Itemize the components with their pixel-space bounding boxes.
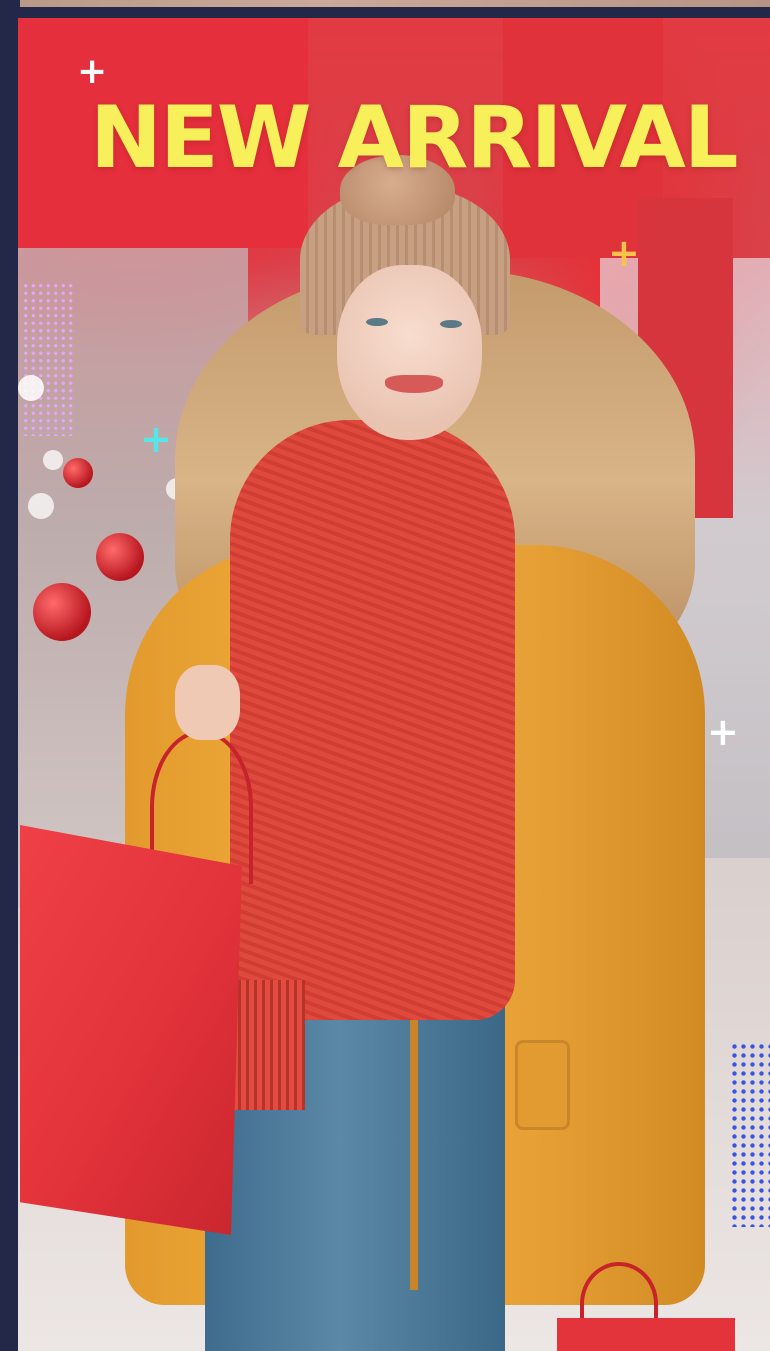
red-ornament [96,533,144,581]
red-shopping-bag [557,1318,735,1351]
woman-eye [366,318,388,326]
red-ornament [33,583,91,641]
woman-eye [440,320,462,328]
top-wood-strip [20,0,770,7]
woman-face [337,265,482,440]
coat-pocket [515,1040,570,1130]
blue-dot-grid [730,1042,770,1227]
red-ornament [63,458,93,488]
headline-new-arrival: NEW ARRIVAL [90,88,739,188]
woman-lips [385,375,443,393]
pink-dot-grid [22,282,74,436]
red-shopping-bag [20,825,242,1235]
plus-sparkle-icon: + [140,417,172,461]
plus-sparkle-icon: + [608,231,640,275]
woman-scarf [230,420,515,1020]
bokeh-light [28,493,54,519]
plus-sparkle-icon: + [707,710,739,754]
white-bubble [18,375,44,401]
poster: + + + + NEW ARRIVAL [0,0,770,1351]
bokeh-light [43,450,63,470]
plus-sparkle-icon: + [77,51,108,92]
woman-hand [175,665,240,740]
